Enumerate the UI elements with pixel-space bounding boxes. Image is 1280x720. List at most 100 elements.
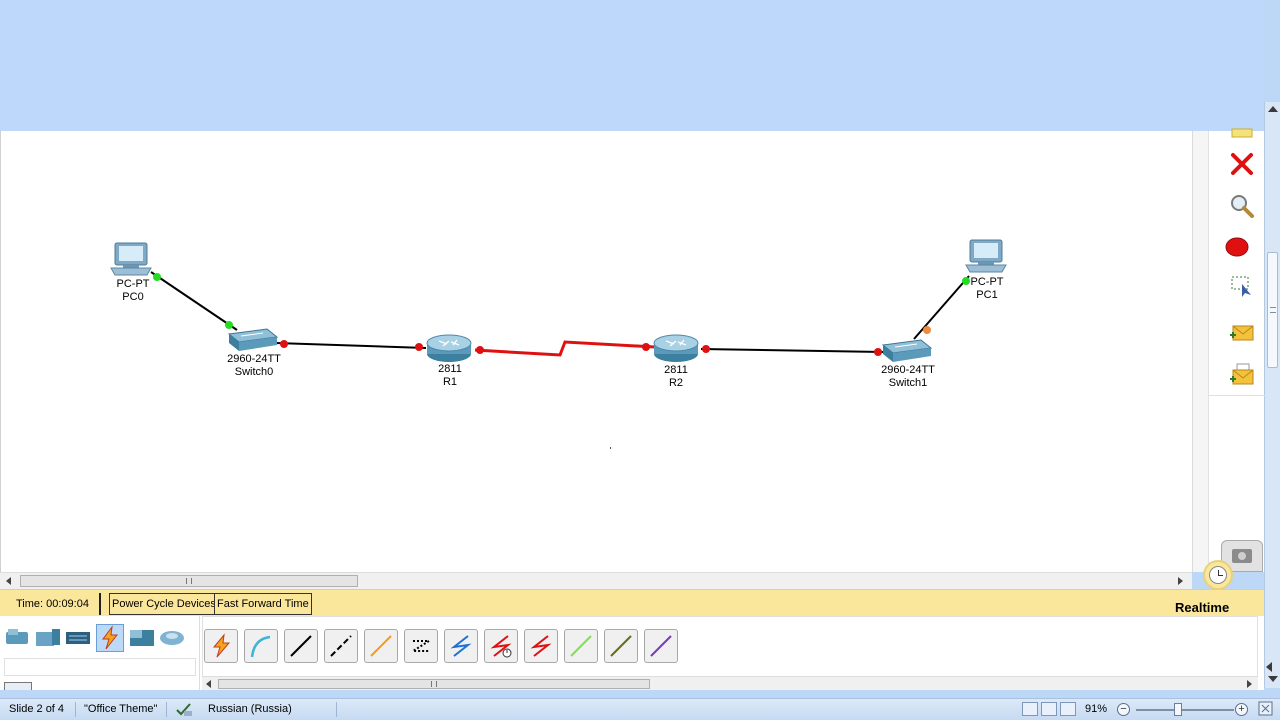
connections-icon[interactable] bbox=[96, 624, 124, 652]
zoom-level[interactable]: 91% bbox=[1085, 703, 1107, 715]
link-light-pc0 bbox=[153, 273, 161, 281]
pc1-icon[interactable] bbox=[965, 239, 1007, 273]
phone-cable-icon[interactable] bbox=[404, 629, 438, 663]
slide-show-icon[interactable] bbox=[1060, 702, 1076, 716]
workspace-vertical-scrollbar[interactable] bbox=[1193, 131, 1209, 572]
usb-cable-icon[interactable] bbox=[644, 629, 678, 663]
link-light-r2-switch1 bbox=[702, 345, 710, 353]
link-light-r1-r2 bbox=[476, 346, 484, 354]
switch1-label: 2960-24TT Switch1 bbox=[881, 364, 935, 390]
cable-scroll-right-icon[interactable] bbox=[1247, 680, 1252, 688]
routers-icon[interactable] bbox=[4, 624, 32, 652]
cable-scroll-left-icon[interactable] bbox=[206, 680, 211, 688]
scroll-left-arrow-icon[interactable] bbox=[6, 577, 11, 585]
inspect-icon[interactable] bbox=[1228, 192, 1256, 220]
switch1-name: Switch1 bbox=[888, 377, 928, 389]
pc0-icon[interactable] bbox=[110, 242, 152, 276]
switch0-name: Switch0 bbox=[234, 366, 274, 378]
copper-straight-through-icon[interactable] bbox=[284, 629, 318, 663]
zoom-out-icon[interactable]: − bbox=[1117, 703, 1130, 716]
slide-vertical-scrollbar[interactable] bbox=[1264, 102, 1280, 688]
presentation-background bbox=[0, 0, 1264, 131]
wan-emulation-icon[interactable] bbox=[158, 624, 186, 652]
note-icon[interactable] bbox=[1228, 117, 1256, 145]
scroll-right-arrow-icon[interactable] bbox=[1178, 577, 1183, 585]
r2-label: 2811 R2 bbox=[664, 364, 688, 390]
scroll-up-arrow-icon[interactable] bbox=[1268, 106, 1278, 112]
workspace-horizontal-scrollbar[interactable] bbox=[0, 572, 1192, 589]
coaxial-cable-icon[interactable] bbox=[444, 629, 478, 663]
scroll-thumb[interactable] bbox=[1267, 252, 1278, 368]
pc1-name: PC1 bbox=[976, 289, 998, 301]
device-search-field[interactable] bbox=[4, 658, 196, 676]
switch0-model: 2960-24TT bbox=[227, 353, 281, 365]
draw-shape-icon[interactable] bbox=[1223, 233, 1251, 261]
cable-switch1-pc1[interactable] bbox=[913, 275, 970, 340]
mode-label: Realtime bbox=[1175, 600, 1230, 615]
cable-panel-scrollbar[interactable] bbox=[202, 676, 1258, 690]
console-cable-icon[interactable] bbox=[244, 629, 278, 663]
r1-label: 2811 R1 bbox=[438, 363, 462, 389]
link-light-switch1-pc1 bbox=[923, 326, 931, 334]
zoom-slider-thumb[interactable] bbox=[1174, 703, 1182, 716]
topology-canvas[interactable] bbox=[1, 131, 1193, 572]
pc1-label: PC-PT PC1 bbox=[971, 276, 1004, 302]
pc0-model: PC-PT bbox=[116, 278, 150, 290]
panel-collapse-arrow-icon[interactable] bbox=[1266, 662, 1272, 672]
selected-device-preview bbox=[4, 682, 32, 690]
cable-pc0-switch0[interactable] bbox=[150, 271, 238, 331]
pc1-model: PC-PT bbox=[970, 276, 1004, 288]
zoom-slider[interactable] bbox=[1136, 709, 1234, 711]
scroll-down-arrow-icon[interactable] bbox=[1268, 676, 1278, 682]
r2-icon[interactable] bbox=[653, 334, 699, 362]
cable-list-panel bbox=[202, 616, 1258, 678]
end-devices-icon[interactable] bbox=[128, 624, 156, 652]
r1-name: R1 bbox=[442, 376, 458, 388]
cable-scroll-thumb[interactable] bbox=[218, 679, 650, 689]
simulation-status-bar: Time: 00:09:04 Power Cycle Devices Fast … bbox=[0, 589, 1264, 616]
device-selection-panel bbox=[0, 616, 1264, 690]
r1-icon[interactable] bbox=[426, 334, 472, 362]
application-status-bar: Slide 2 of 4 "Office Theme" Russian (Rus… bbox=[0, 698, 1280, 720]
hubs-icon[interactable] bbox=[64, 624, 92, 652]
switches-icon[interactable] bbox=[34, 624, 62, 652]
fast-forward-button[interactable]: Fast Forward Time bbox=[214, 593, 312, 615]
resize-icon[interactable] bbox=[1228, 272, 1256, 300]
switch0-icon[interactable] bbox=[227, 328, 279, 351]
add-complex-pdu-icon[interactable] bbox=[1228, 360, 1256, 388]
tools-divider bbox=[1209, 395, 1265, 396]
serial-dce-icon[interactable] bbox=[484, 629, 518, 663]
power-cycle-button[interactable]: Power Cycle Devices bbox=[109, 593, 219, 615]
fiber-icon[interactable] bbox=[364, 629, 398, 663]
normal-view-icon[interactable] bbox=[1022, 702, 1038, 716]
r1-model: 2811 bbox=[438, 363, 462, 375]
realtime-clock-icon[interactable] bbox=[1203, 560, 1233, 590]
delete-icon[interactable] bbox=[1228, 150, 1256, 178]
serial-dte-icon[interactable] bbox=[524, 629, 558, 663]
cable-switch0-r1[interactable] bbox=[275, 342, 427, 349]
time-divider bbox=[99, 593, 101, 615]
switch0-label: 2960-24TT Switch0 bbox=[227, 353, 281, 379]
add-simple-pdu-icon[interactable] bbox=[1228, 319, 1256, 347]
octal-cable-icon[interactable] bbox=[564, 629, 598, 663]
link-light-switch1-r2 bbox=[874, 348, 882, 356]
fit-to-window-icon[interactable] bbox=[1258, 701, 1274, 720]
copper-cross-over-icon[interactable] bbox=[324, 629, 358, 663]
cable-r1-r2-serial[interactable] bbox=[474, 340, 656, 357]
iot-custom-cable-icon[interactable] bbox=[604, 629, 638, 663]
slide-sorter-icon[interactable] bbox=[1041, 702, 1057, 716]
switch1-icon[interactable] bbox=[881, 339, 933, 362]
device-category-panel bbox=[0, 616, 200, 690]
zoom-in-icon[interactable]: + bbox=[1235, 703, 1248, 716]
automatic-cable-icon[interactable] bbox=[204, 629, 238, 663]
theme-name[interactable]: "Office Theme" bbox=[84, 703, 157, 715]
link-light-r1-switch0 bbox=[415, 343, 423, 351]
stray-mark bbox=[610, 447, 611, 449]
workspace-scroll-thumb[interactable] bbox=[20, 575, 358, 587]
pc0-name: PC0 bbox=[122, 291, 144, 303]
logical-workspace[interactable]: PC-PT PC0 2960-24TT Switch0 2811 R1 2811… bbox=[0, 131, 1192, 572]
spell-check-icon[interactable] bbox=[175, 701, 193, 720]
link-light-switch0-pc0 bbox=[225, 321, 233, 329]
cable-r2-switch1[interactable] bbox=[700, 348, 884, 353]
language-indicator[interactable]: Russian (Russia) bbox=[208, 703, 292, 715]
